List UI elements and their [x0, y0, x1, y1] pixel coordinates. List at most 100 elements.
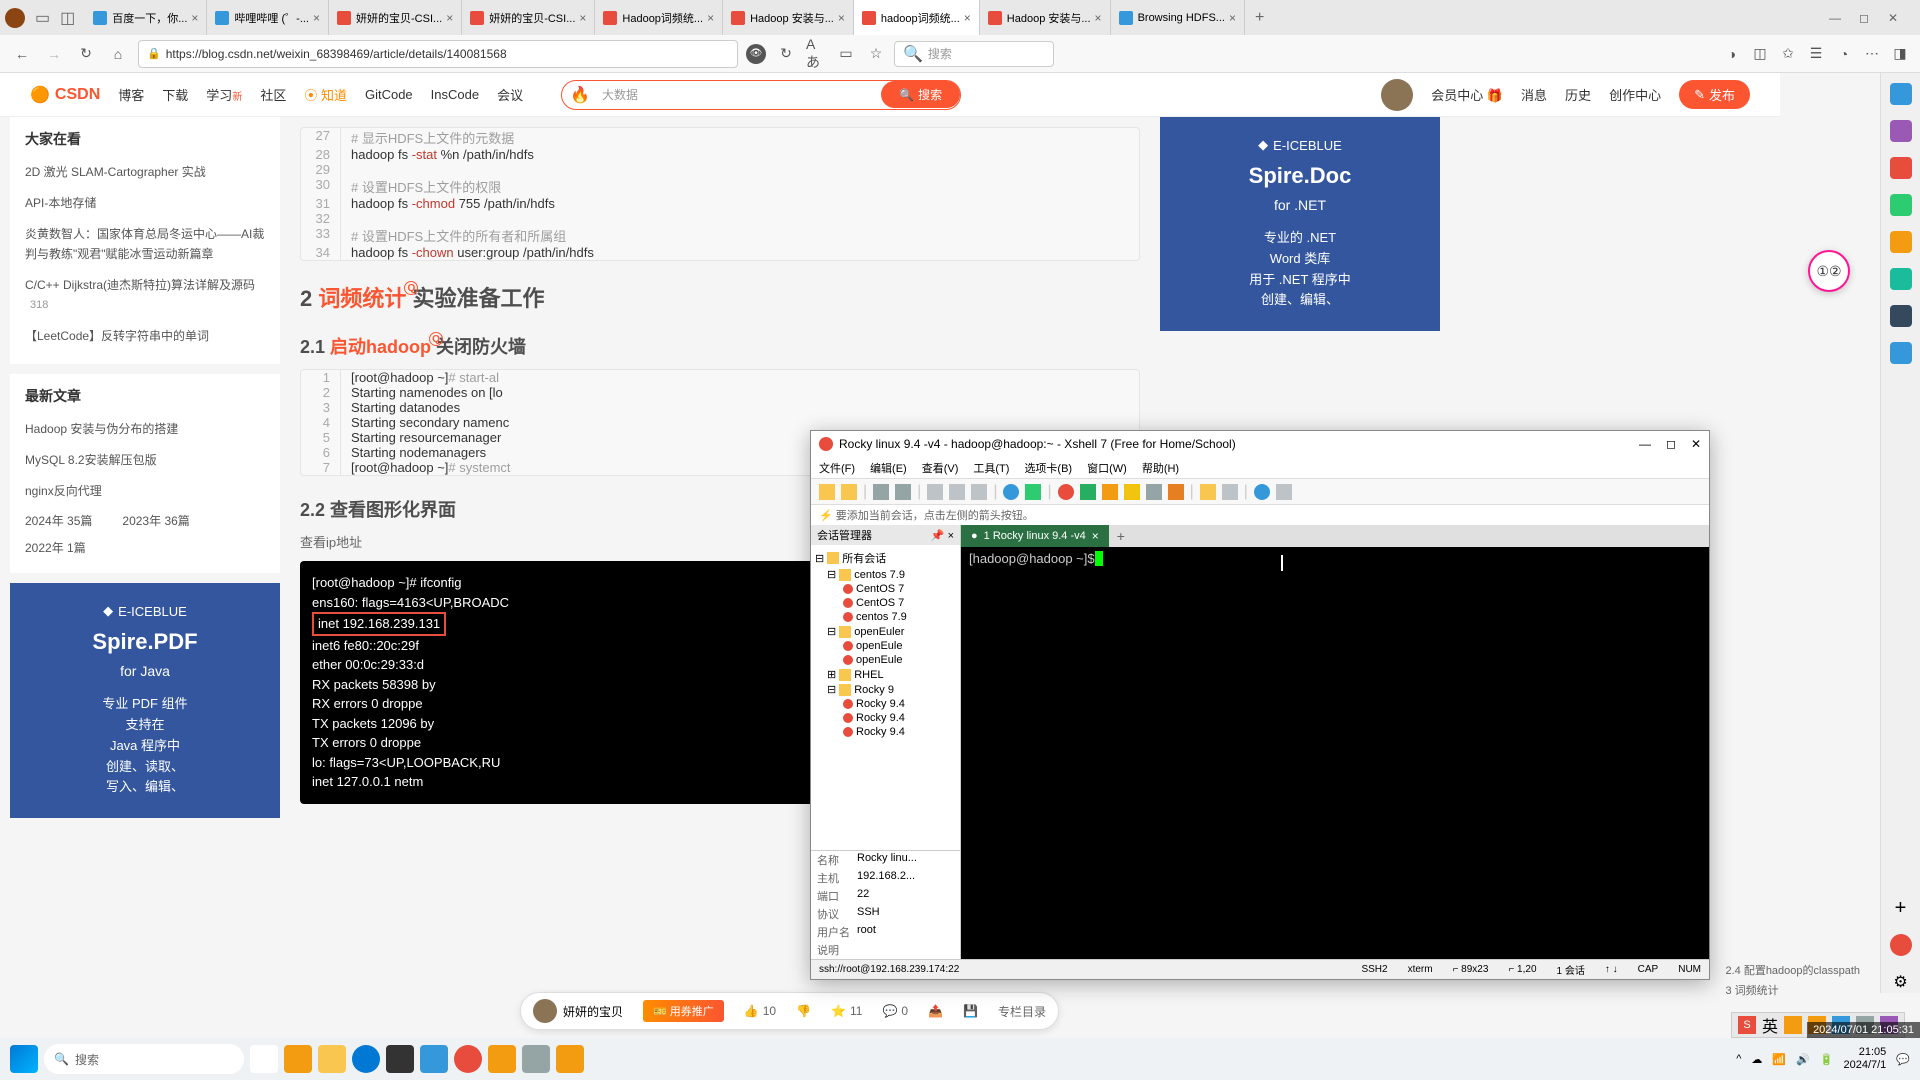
menu-window[interactable]: 窗口(W)	[1087, 460, 1127, 476]
minimize-button[interactable]: —	[1828, 11, 1842, 25]
close-icon[interactable]: ×	[1229, 11, 1236, 25]
extensions-icon[interactable]: ◑	[1722, 44, 1742, 64]
xshell-titlebar[interactable]: Rocky linux 9.4 -v4 - hadoop@hadoop:~ - …	[811, 431, 1709, 457]
url-bar[interactable]: 🔒 https://blog.csdn.net/weixin_68398469/…	[138, 40, 738, 68]
pinned-app-icon[interactable]	[284, 1045, 312, 1073]
open-icon[interactable]	[841, 484, 857, 500]
close-panel-icon[interactable]: ×	[948, 530, 954, 542]
user-avatar[interactable]	[1381, 79, 1413, 111]
onedrive-icon[interactable]: ☁	[1751, 1053, 1762, 1066]
nav-blog[interactable]: 博客	[118, 85, 144, 104]
tabs-icon[interactable]: ◫	[60, 8, 75, 28]
close-tab-icon[interactable]: ×	[1092, 529, 1099, 543]
sidebar-link[interactable]: nginx反向代理	[25, 476, 265, 507]
catalog-button[interactable]: 专栏目录	[998, 1003, 1046, 1020]
tree-folder[interactable]: ⊟ Rocky 9	[815, 682, 956, 697]
terminal-screen[interactable]: [hadoop@hadoop ~]$	[961, 547, 1709, 959]
year-stat[interactable]: 2022年 1篇	[25, 539, 86, 556]
tree-folder[interactable]: ⊟ 所有会话	[815, 549, 956, 567]
skype-icon[interactable]	[1890, 342, 1912, 364]
nav-create[interactable]: 创作中心	[1609, 85, 1661, 104]
nav-learn[interactable]: 学习	[206, 85, 242, 104]
app-icon[interactable]	[556, 1045, 584, 1073]
copy-icon[interactable]	[927, 484, 943, 500]
ime-language[interactable]: 英	[1762, 1013, 1778, 1037]
menu-view[interactable]: 查看(V)	[922, 460, 959, 476]
menu-edit[interactable]: 编辑(E)	[870, 460, 907, 476]
app-icon[interactable]	[454, 1045, 482, 1073]
close-icon[interactable]: ×	[579, 11, 586, 25]
tree-session[interactable]: CentOS 7	[815, 596, 956, 610]
taskbar-search[interactable]: 🔍 搜索	[44, 1044, 244, 1074]
sidebar-toggle-icon[interactable]: ◨	[1890, 44, 1910, 64]
tray-chevron-icon[interactable]: ^	[1736, 1053, 1741, 1065]
download-button[interactable]: 💾	[963, 1004, 978, 1018]
browser-tab[interactable]: 妍妍的宝贝-CSI...×	[329, 0, 462, 35]
search-sidebar-icon[interactable]	[1890, 83, 1912, 105]
games-icon[interactable]	[1890, 231, 1912, 253]
tree-session[interactable]: centos 7.9	[815, 610, 956, 624]
wallet-icon[interactable]: ◔	[1834, 44, 1854, 64]
browser-tab[interactable]: Hadoop词频统...×	[595, 0, 723, 35]
start-button[interactable]	[10, 1045, 38, 1073]
tree-session[interactable]: Rocky 9.4	[815, 697, 956, 711]
terminal-tab-active[interactable]: ● 1 Rocky linux 9.4 -v4×	[961, 525, 1109, 547]
sidebar-link[interactable]: C/C++ Dijkstra(迪杰斯特拉)算法详解及源码 318	[25, 270, 265, 321]
tray-icon[interactable]: 📶	[1772, 1053, 1786, 1066]
browser-tab[interactable]: Browsing HDFS...×	[1111, 0, 1245, 35]
highlight-icon[interactable]	[1168, 484, 1184, 500]
menu-file[interactable]: 文件(F)	[819, 460, 855, 476]
browser-tab[interactable]: Hadoop 安装与...×	[723, 0, 854, 35]
battery-icon[interactable]: 🔋	[1820, 1053, 1834, 1066]
app-icon[interactable]	[522, 1045, 550, 1073]
app-icon[interactable]	[386, 1045, 414, 1073]
year-stat[interactable]: 2024年 35篇	[25, 512, 92, 529]
browser-tab-active[interactable]: hadoop词频统...×	[854, 0, 980, 35]
browser-tab[interactable]: 百度一下，你...×	[85, 0, 207, 35]
tools-icon[interactable]	[1890, 194, 1912, 216]
folder-icon[interactable]	[1200, 484, 1216, 500]
chat-icon[interactable]	[1276, 484, 1292, 500]
favorite-button[interactable]: ⭐ 11	[831, 1004, 862, 1018]
add-sidebar-icon[interactable]: +	[1890, 897, 1912, 919]
right-ad[interactable]: ◆ E-ICEBLUE Spire.Doc for .NET 专业的 .NET …	[1160, 117, 1440, 331]
lock-icon[interactable]	[1124, 484, 1140, 500]
tree-session[interactable]: CentOS 7	[815, 582, 956, 596]
nav-meeting[interactable]: 会议	[497, 85, 523, 104]
notification-icon[interactable]: 💬	[1896, 1053, 1910, 1066]
app-icon[interactable]	[420, 1045, 448, 1073]
workspace-icon[interactable]: ▭	[35, 8, 50, 28]
menu-tools[interactable]: 工具(T)	[973, 460, 1009, 476]
maximize-button[interactable]: ◻	[1857, 11, 1871, 25]
tree-folder[interactable]: ⊞ RHEL	[815, 667, 956, 682]
paste-icon[interactable]	[949, 484, 965, 500]
layout-icon[interactable]	[1222, 484, 1238, 500]
footer-author[interactable]: 妍妍的宝贝	[533, 999, 623, 1023]
home-button[interactable]: ⌂	[106, 42, 130, 66]
wifi-icon[interactable]: 🔊	[1796, 1053, 1810, 1066]
split-icon[interactable]: ◫	[1750, 44, 1770, 64]
search-button[interactable]: 🔍 搜索	[881, 81, 960, 108]
sidebar-link[interactable]: Hadoop 安装与伪分布的搭建	[25, 414, 265, 445]
minimize-button[interactable]: —	[1639, 437, 1651, 451]
edge-icon[interactable]	[352, 1045, 380, 1073]
close-icon[interactable]: ×	[313, 11, 320, 25]
sidebar-link[interactable]: 炎黄数智人：国家体育总局冬运中心——AI裁判与教练"观君"赋能冰雪运动新篇章	[25, 219, 265, 269]
nav-inscode[interactable]: InsCode	[431, 87, 479, 102]
browser-tab[interactable]: 妍妍的宝贝-CSI...×	[462, 0, 595, 35]
maximize-button[interactable]: ◻	[1666, 437, 1676, 451]
close-icon[interactable]: ×	[1095, 11, 1102, 25]
forward-button[interactable]: →	[42, 42, 66, 66]
profile-icon[interactable]	[5, 8, 25, 28]
edit-icon[interactable]	[1890, 934, 1912, 956]
coupon-button[interactable]: 🎫 用券推广	[643, 1000, 724, 1022]
tree-folder[interactable]: ⊟ openEuler	[815, 624, 956, 639]
copilot-icon[interactable]	[1890, 120, 1912, 142]
browser-search[interactable]: 🔍 搜索	[894, 41, 1054, 67]
refresh-button[interactable]: ↻	[74, 42, 98, 66]
play-icon[interactable]	[1080, 484, 1096, 500]
tracking-icon[interactable]: 👁	[746, 44, 766, 64]
new-session-icon[interactable]	[819, 484, 835, 500]
yuanbao-badge[interactable]: ①②	[1808, 250, 1850, 292]
csdn-search-bar[interactable]: 🔥 大数据 🔍 搜索	[561, 80, 961, 110]
